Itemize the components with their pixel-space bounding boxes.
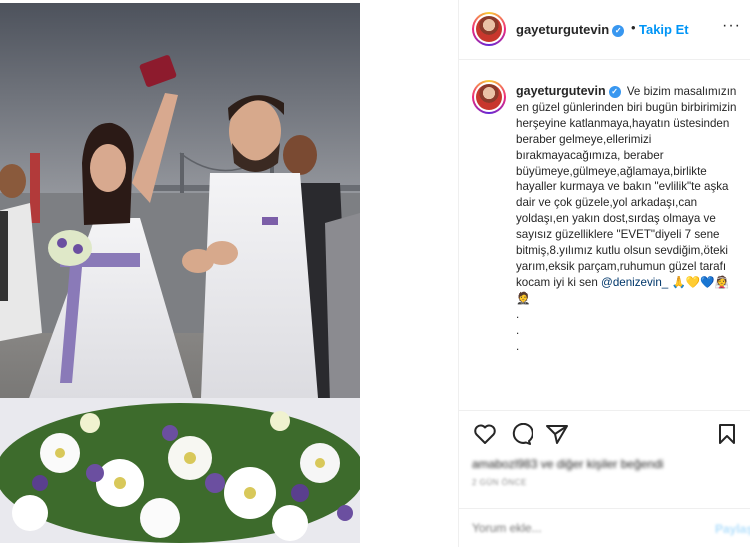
username-text: gayeturgutevin bbox=[516, 22, 610, 37]
caption-body: Ve bizim masalımızın en güzel günlerinde… bbox=[516, 85, 737, 289]
instagram-post: gayeturgutevin ✓ • Takip Et ··· gayeturgu… bbox=[0, 0, 750, 547]
caption: gayeturgutevin ✓ Ve bizim masalımızın en … bbox=[459, 60, 750, 408]
caption-text: gayeturgutevin ✓ Ve bizim masalımızın en … bbox=[516, 84, 741, 354]
caption-dot: . bbox=[516, 323, 520, 337]
caption-dot: . bbox=[516, 339, 520, 353]
verified-icon: ✓ bbox=[612, 25, 625, 37]
separator-dot: • bbox=[631, 20, 636, 35]
wedding-photo bbox=[0, 3, 360, 543]
post-header: gayeturgutevin ✓ • Takip Et ··· bbox=[459, 0, 750, 60]
post-photo[interactable] bbox=[0, 3, 360, 543]
username-link[interactable]: gayeturgutevin ✓ bbox=[516, 22, 625, 37]
comment-input[interactable] bbox=[472, 521, 692, 535]
share-icon[interactable] bbox=[545, 423, 569, 450]
bookmark-icon[interactable] bbox=[717, 423, 737, 450]
post-actions: amabozl983 ve diğer kişiler beğendi 2 GÜ… bbox=[459, 410, 750, 547]
mention-link[interactable]: @denizevin_ bbox=[601, 276, 668, 289]
caption-dot: . bbox=[516, 307, 520, 321]
comment-bar: Paylaş bbox=[459, 508, 750, 547]
caption-dots: . . . bbox=[516, 307, 741, 355]
heart-icon[interactable] bbox=[473, 423, 497, 450]
caption-username-text: gayeturgutevin bbox=[516, 84, 606, 98]
caption-username[interactable]: gayeturgutevin ✓ bbox=[516, 84, 621, 98]
comment-icon[interactable] bbox=[509, 422, 534, 450]
timestamp[interactable]: 2 GÜN ÖNCE bbox=[472, 478, 527, 487]
avatar[interactable] bbox=[472, 12, 506, 46]
likes-text[interactable]: amabozl983 ve diğer kişiler beğendi bbox=[472, 457, 663, 471]
caption-avatar[interactable] bbox=[472, 80, 506, 114]
more-options-icon[interactable]: ··· bbox=[722, 17, 741, 35]
verified-icon: ✓ bbox=[608, 86, 621, 98]
post-sidebar: gayeturgutevin ✓ • Takip Et ··· gayeturgu… bbox=[458, 0, 750, 547]
post-comment-button[interactable]: Paylaş bbox=[715, 522, 750, 536]
follow-button[interactable]: Takip Et bbox=[639, 22, 689, 37]
